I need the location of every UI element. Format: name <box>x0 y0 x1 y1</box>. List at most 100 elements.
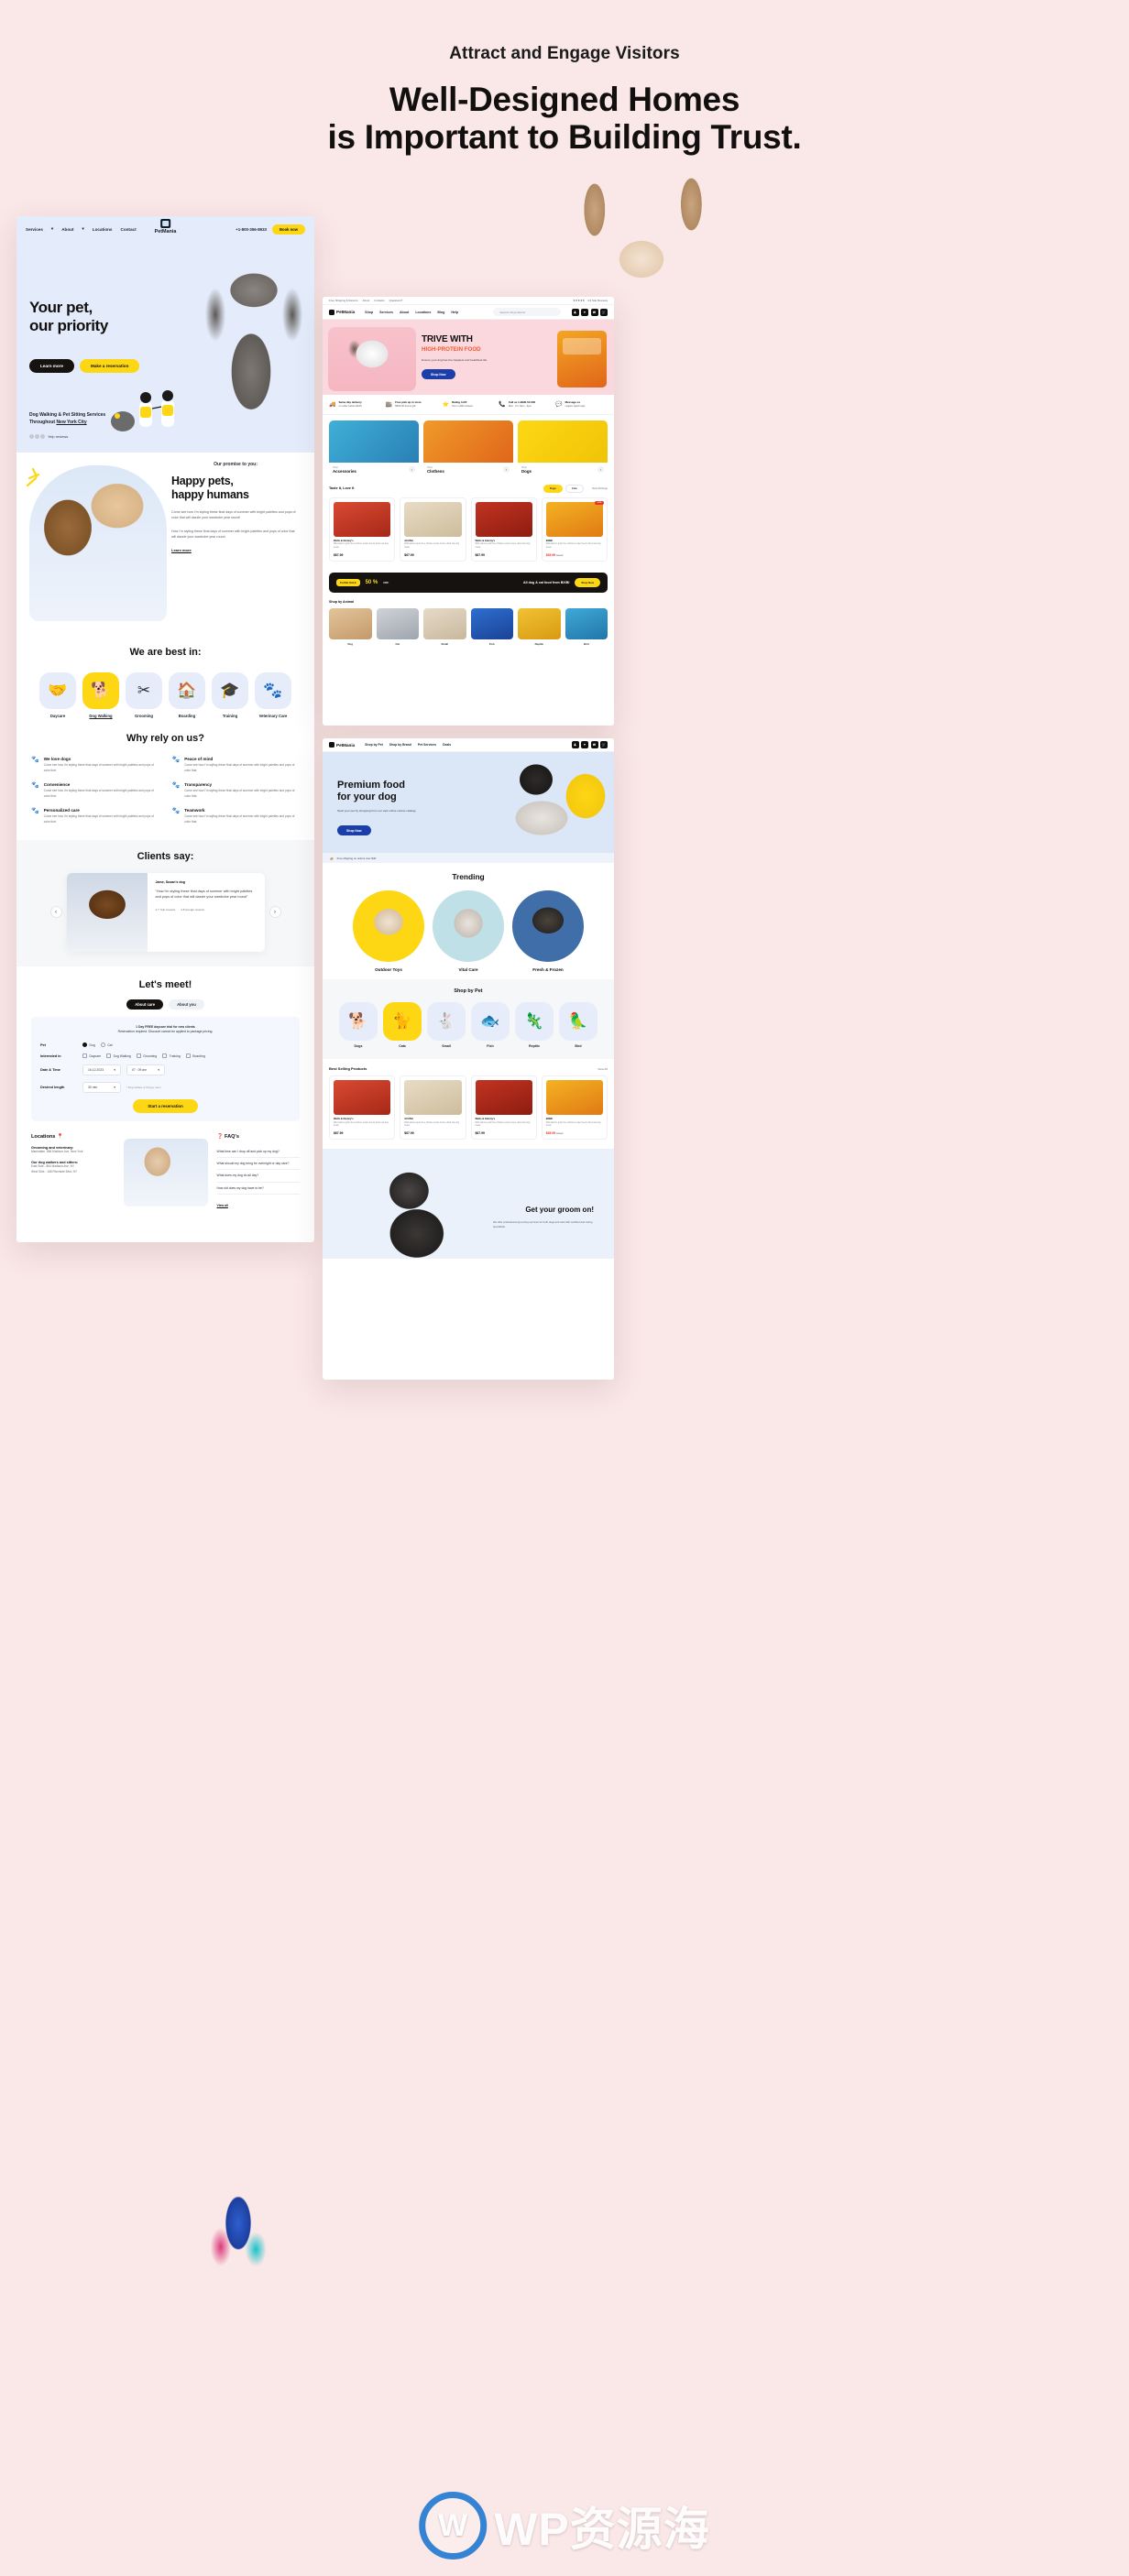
nav-item-locations[interactable]: Locations <box>93 227 113 232</box>
heart-icon[interactable]: ♥ <box>581 741 588 748</box>
service-training[interactable]: 🎓 Training <box>212 672 248 718</box>
phone-number[interactable]: +1-800-356-8933 <box>236 227 267 232</box>
learn-more-button[interactable]: Learn more <box>29 359 75 373</box>
nav-item-contact[interactable]: Contact <box>121 227 137 232</box>
product-card[interactable]: BIXBI Wild salmon grain free chicken reci… <box>541 1075 608 1140</box>
rabbit-icon: 🐇 <box>427 1002 466 1041</box>
nav-item-deals[interactable]: Deals <box>443 743 451 747</box>
nav-item-pet-services[interactable]: Pet Services <box>418 743 436 747</box>
product-card[interactable]: ACANA Wild salmon grain free chicken reci… <box>400 497 466 562</box>
radio-dog[interactable]: Dog <box>82 1042 95 1048</box>
product-card[interactable]: ACANA Wild salmon grain free chicken reci… <box>400 1075 466 1140</box>
user-icon[interactable]: ♟ <box>571 308 579 316</box>
search-input[interactable]: Search all products <box>492 308 561 316</box>
category-card-accessories[interactable]: Shop Accessories › <box>329 420 419 474</box>
view-all-link[interactable]: View All Dogs <box>592 487 608 490</box>
nav-item-locations[interactable]: Locations <box>415 311 431 314</box>
compare-icon[interactable]: ⇄ <box>590 741 598 748</box>
start-reservation-button[interactable]: Start a reservation <box>133 1099 198 1114</box>
nav-item-about[interactable]: About <box>400 311 409 314</box>
checkbox-dog-walking[interactable]: Dog Walking <box>106 1053 131 1059</box>
service-veterinary-care[interactable]: 🐾 Veterinary Care <box>255 672 291 718</box>
nav-item-blog[interactable]: Blog <box>437 311 444 314</box>
mockup1-logo[interactable]: PetMania <box>155 219 176 235</box>
animal-dog[interactable]: Dog <box>329 607 372 646</box>
flash-sale-button[interactable]: Shop Now <box>575 577 600 587</box>
product-card[interactable]: Wells & Glenny's Wild salmon grain free c… <box>470 497 537 562</box>
pet-dogs[interactable]: 🐕 Dogs <box>339 1002 378 1048</box>
shop-now-button[interactable]: Shop Now <box>337 825 371 835</box>
tab-about-care[interactable]: About care <box>126 999 164 1010</box>
animal-bird[interactable]: Bird <box>564 607 608 646</box>
compare-icon[interactable]: ⇄ <box>590 308 598 316</box>
nav-item-shop[interactable]: Shop <box>365 311 373 314</box>
user-icon[interactable]: ♟ <box>571 741 579 748</box>
product-card[interactable]: Wells & Glenny's Wild salmon grain free c… <box>329 1075 396 1140</box>
cart-icon[interactable]: 🛒 <box>600 308 608 316</box>
nav-item-about[interactable]: About <box>61 227 73 232</box>
nav-item-shop-by-pet[interactable]: Shop by Pet <box>365 743 383 747</box>
cart-icon[interactable]: 🛒 <box>600 741 608 748</box>
pet-reptile[interactable]: 🦎 Reptile <box>515 1002 554 1048</box>
trending-item-outdoor-toys[interactable]: Outdoor Toys <box>353 890 424 972</box>
pet-small[interactable]: 🐇 Small <box>427 1002 466 1048</box>
service-boarding[interactable]: 🏠 Boarding <box>169 672 205 718</box>
pet-cats[interactable]: 🐈 Cats <box>383 1002 422 1048</box>
nav-item-shop-by-brand[interactable]: Shop by Brand <box>389 743 411 747</box>
service-grooming[interactable]: ✂ Grooming <box>126 672 162 718</box>
nav-item-help[interactable]: Help <box>451 311 458 314</box>
checkbox-grooming[interactable]: Grooming <box>136 1053 157 1059</box>
petmania-logo-mark <box>329 742 334 748</box>
radio-cat[interactable]: Cat <box>100 1042 113 1048</box>
animal-reptile[interactable]: Reptile <box>518 607 561 646</box>
category-card-clothens[interactable]: Shop Clothens › <box>423 420 513 474</box>
date-input[interactable]: 16.12.2023 ▾ <box>82 1064 121 1076</box>
service-dog-walking[interactable]: 🐕 Dog Walking <box>82 672 119 718</box>
trending-item-fresh-frozen[interactable]: Fresh & Frozen <box>512 890 584 972</box>
topbar-link-contacts[interactable]: Contacts <box>374 299 384 302</box>
topbar-link-questions[interactable]: Questions? <box>389 299 403 302</box>
arrow-right-icon[interactable]: › <box>409 466 415 474</box>
animal-fish[interactable]: Fish <box>470 607 513 646</box>
nav-item-services[interactable]: Services <box>26 227 43 232</box>
animal-small[interactable]: Small <box>423 607 466 646</box>
chip-dogs[interactable]: Dogs <box>543 484 563 493</box>
arrow-right-icon[interactable]: › <box>597 466 604 474</box>
length-select[interactable]: 30 min ▾ <box>82 1082 121 1094</box>
nav-item-services[interactable]: Services <box>379 311 393 314</box>
flash-sale-banner[interactable]: FLASH SALE 50 % OFF All dog & cat food f… <box>329 572 608 593</box>
mockup3-logo[interactable]: PetMania <box>329 742 355 748</box>
faq-view-all-link[interactable]: View all <box>217 1204 228 1207</box>
carousel-prev-button[interactable]: ‹ <box>49 906 62 919</box>
promise-learn-more-link[interactable]: Learn more <box>171 548 300 552</box>
tab-about-you[interactable]: About you <box>169 999 204 1010</box>
carousel-next-button[interactable]: › <box>269 906 281 919</box>
faq-question[interactable]: How old does my dog have to be? <box>216 1183 300 1195</box>
shop-now-button[interactable]: Shop Now <box>422 369 455 380</box>
faq-question[interactable]: What should my dog bring for overnight o… <box>216 1158 300 1171</box>
product-card[interactable]: Wells & Glenny's Wild salmon grain free c… <box>470 1075 537 1140</box>
faq-question[interactable]: What does my dog do all day? <box>216 1170 300 1183</box>
pet-bird[interactable]: 🦜 Bird <box>559 1002 597 1048</box>
mockup2-logo[interactable]: PetMania <box>329 309 355 315</box>
best-selling-view-all[interactable]: View All <box>597 1067 608 1071</box>
checkbox-training[interactable]: Training <box>162 1053 181 1059</box>
service-daycare[interactable]: 🤝 Daycare <box>39 672 76 718</box>
checkbox-daycare[interactable]: Daycare <box>82 1053 101 1059</box>
make-reservation-button[interactable]: Make a reservation <box>80 359 140 373</box>
trending-item-vital-care[interactable]: Vital Care <box>433 890 504 972</box>
faq-question[interactable]: What time can I drop off and pick up my … <box>216 1146 300 1159</box>
animal-cat[interactable]: Cat <box>376 607 419 646</box>
chip-cats[interactable]: Cats <box>564 484 584 493</box>
topbar-link-about[interactable]: About <box>363 299 370 302</box>
pet-fish[interactable]: 🐟 Fish <box>471 1002 510 1048</box>
arrow-right-icon[interactable]: › <box>503 466 510 474</box>
heart-icon[interactable]: ♥ <box>581 308 588 316</box>
book-now-button[interactable]: Book now <box>271 224 305 235</box>
category-card-dogs[interactable]: Shop Dogs › <box>518 420 608 474</box>
product-card[interactable]: Wells & Glenny's Wild salmon grain free c… <box>329 497 396 562</box>
time-input[interactable]: 07 : 09 am ▾ <box>126 1064 165 1076</box>
product-card[interactable]: -10% BIXBI Wild salmon grain free chicken … <box>541 497 608 562</box>
new-york-city-link[interactable]: New York City <box>56 420 86 425</box>
checkbox-boarding[interactable]: Boarding <box>185 1053 205 1059</box>
